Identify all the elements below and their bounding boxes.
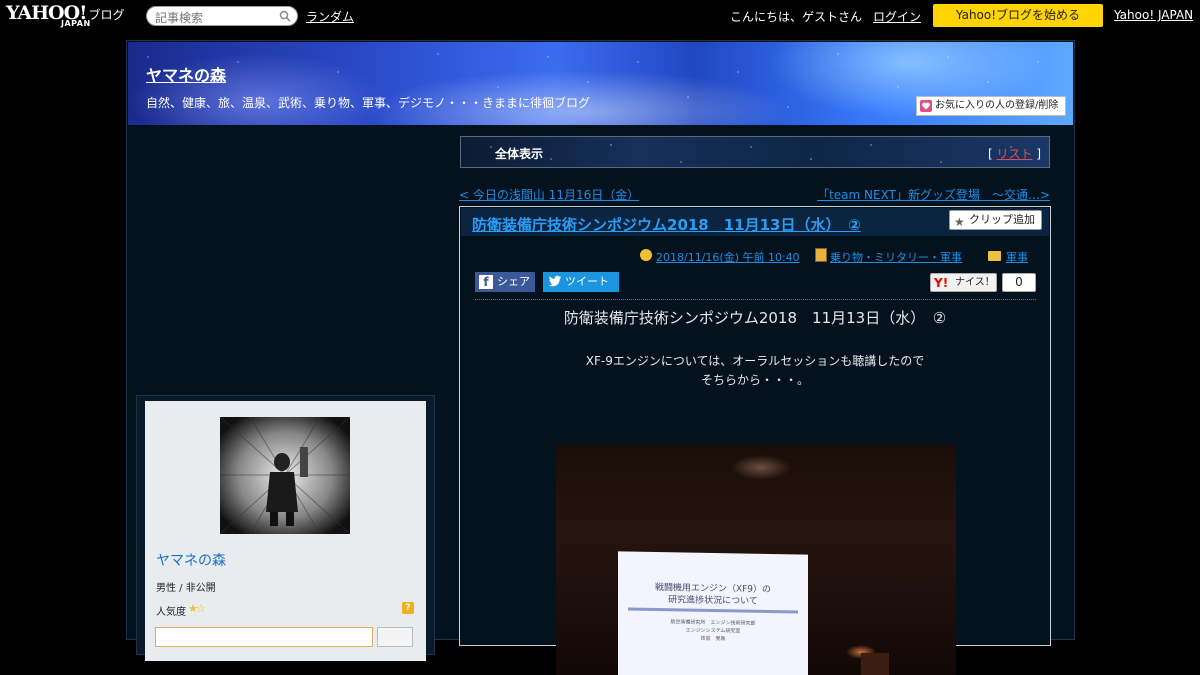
clip-label: クリップ追加 xyxy=(969,213,1035,226)
avatar-image xyxy=(220,417,350,534)
search-input[interactable] xyxy=(147,9,272,27)
article-title-bar: 防衛装備庁技術シンポジウム2018 11月13日（水） ② ★ クリップ追加 xyxy=(461,208,1049,236)
article-meta: 2018/11/16(金) 午前 10:40 乗り物・ミリタリー・軍事 軍事 xyxy=(460,248,1050,264)
facebook-icon: f xyxy=(479,275,493,289)
photo-podium xyxy=(861,653,889,675)
search-box xyxy=(146,6,298,27)
slide-divider xyxy=(628,607,798,614)
greeting-text: こんにちは、ゲストさん xyxy=(730,10,863,24)
profile-name[interactable]: ヤマネの森 xyxy=(156,550,226,570)
list-link[interactable]: リスト xyxy=(996,147,1032,161)
avatar[interactable] xyxy=(220,417,350,534)
page-container: ヤマネの森 自然、健康、旅、温泉、武術、乗り物、軍事、デジモノ・・・きままに徘徊… xyxy=(126,40,1075,675)
twitter-icon xyxy=(548,275,561,287)
favorite-button[interactable]: お気に入りの人の登録/削除 xyxy=(916,96,1066,116)
twitter-share-label: ツイート xyxy=(565,275,609,288)
popularity-label: 人気度 xyxy=(156,607,186,618)
nice-count: 0 xyxy=(1002,273,1036,292)
article-title[interactable]: 防衛装備庁技術シンポジウム2018 11月13日（水） ② xyxy=(472,214,861,235)
list-header: 全体表示 [ リスト ] xyxy=(460,136,1050,168)
blog-description: 自然、健康、旅、温泉、武術、乗り物、軍事、デジモノ・・・きままに徘徊ブログ xyxy=(146,96,591,110)
folder-icon xyxy=(988,251,1001,261)
favorite-label: お気に入りの人の登録/削除 xyxy=(935,100,1059,111)
list-view-toggle: [ リスト ] xyxy=(988,145,1041,162)
book-icon xyxy=(815,248,827,262)
profile-input[interactable] xyxy=(155,627,373,647)
article-tag[interactable]: 軍事 xyxy=(1006,249,1028,265)
article-photo[interactable]: 戦闘機用エンジン（XF9）の 研究進捗状況について 航空装備研究所 エンジン技術… xyxy=(556,445,956,675)
logo-sub: JAPAN xyxy=(61,19,91,28)
profile-gender: 男性 / 非公開 xyxy=(156,583,216,594)
help-icon[interactable]: ? xyxy=(402,602,414,614)
star-icon: ★ xyxy=(954,215,965,229)
article-body-line: XF-9エンジンについては、オーラルセッションも聴講したので xyxy=(585,354,925,368)
profile-panel: ヤマネの森 男性 / 非公開 人気度 ★☆ ? xyxy=(145,401,426,661)
bracket-close: ] xyxy=(1036,147,1041,161)
article-body-heading: 防衛装備庁技術シンポジウム2018 11月13日（水） ② xyxy=(563,309,947,327)
start-blog-button[interactable]: Yahoo!ブログを始める xyxy=(933,4,1103,27)
nice-button[interactable]: Y! ナイス！ xyxy=(930,273,997,292)
article-category[interactable]: 乗り物・ミリタリー・軍事 xyxy=(830,249,962,265)
show-all-label[interactable]: 全体表示 xyxy=(495,145,543,162)
clock-icon xyxy=(640,249,652,261)
article: 防衛装備庁技術シンポジウム2018 11月13日（水） ② ★ クリップ追加 2… xyxy=(459,206,1051,675)
header-banner: ヤマネの森 自然、健康、旅、温泉、武術、乗り物、軍事、デジモノ・・・きままに徘徊… xyxy=(128,42,1073,125)
clip-button[interactable]: ★ クリップ追加 xyxy=(949,210,1042,230)
yahoo-japan-link[interactable]: Yahoo! JAPAN xyxy=(1114,8,1193,22)
prev-article-link[interactable]: < 今日の浅間山 11月16日（金） xyxy=(459,186,639,203)
list-header-stars xyxy=(461,137,1049,167)
twitter-share-button[interactable]: ツイート xyxy=(543,272,619,292)
photo-chandelier xyxy=(731,455,791,480)
profile-button[interactable] xyxy=(377,627,413,647)
nice-label: ナイス！ xyxy=(955,277,995,288)
search-icon[interactable] xyxy=(279,10,291,22)
heart-icon xyxy=(920,100,932,112)
blog-title[interactable]: ヤマネの森 xyxy=(146,62,226,86)
facebook-share-label: シェア xyxy=(497,275,530,288)
facebook-share-button[interactable]: f シェア xyxy=(475,272,535,292)
yahoo-blog-logo[interactable]: YAHOO! JAPAN ブログ xyxy=(6,3,125,29)
top-bar: YAHOO! JAPAN ブログ ランダム こんにちは、ゲストさん ログイン Y… xyxy=(0,0,1200,32)
random-link[interactable]: ランダム xyxy=(306,8,354,25)
article-body-line: そちらから・・・。 xyxy=(700,373,809,387)
login-link[interactable]: ログイン xyxy=(873,8,921,25)
next-article-link[interactable]: 「team NEXT」新グッズ登場 ～交通…> xyxy=(817,186,1050,203)
divider xyxy=(475,299,1036,300)
yahoo-y-icon: Y! xyxy=(934,276,949,290)
popularity-stars: ★☆ xyxy=(188,602,206,615)
slide-title-line: 研究進捗状況について xyxy=(668,595,758,607)
article-date[interactable]: 2018/11/16(金) 午前 10:40 xyxy=(656,249,800,265)
logo-blog: ブログ xyxy=(88,8,125,22)
projector-screen: 戦闘機用エンジン（XF9）の 研究進捗状況について 航空装備研究所 エンジン技術… xyxy=(618,551,808,675)
bracket-open: [ xyxy=(987,147,993,161)
